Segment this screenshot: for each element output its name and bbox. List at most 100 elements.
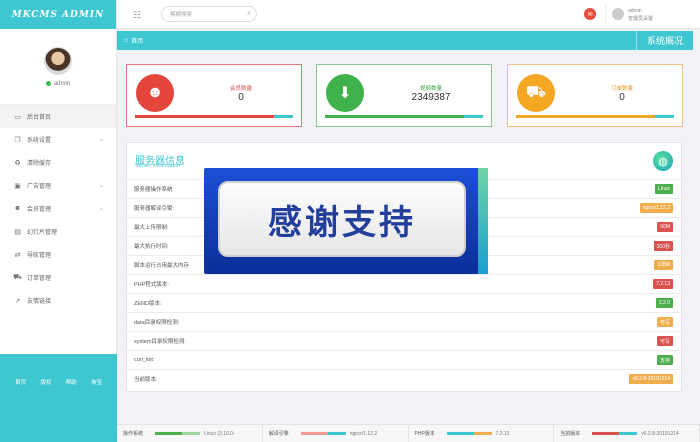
avatar[interactable]	[44, 46, 72, 75]
stat-label: 视频数量	[419, 86, 442, 92]
image-icon: ▣	[14, 182, 21, 190]
sidebar-item[interactable]: ☻ 会员管理 ⌄	[0, 197, 116, 220]
user-avatar	[612, 8, 624, 20]
mail-icon[interactable]: ✉	[584, 8, 596, 20]
profile-name: admin	[53, 80, 71, 87]
sidebar-item[interactable]: ❐ 系统设置 ⌄	[0, 128, 116, 151]
row-label: 服务器操作系统	[134, 187, 173, 193]
stat-bar	[325, 115, 483, 118]
bar-segment	[214, 115, 275, 118]
profile-status: admin	[45, 80, 71, 87]
sidebar-footer-link[interactable]: 版权	[40, 378, 51, 386]
table-row: data目录权限检测: 可写	[127, 312, 681, 331]
bar-segment	[595, 115, 656, 118]
status-badge: 可写	[656, 336, 673, 346]
stat-bar	[135, 115, 293, 118]
bar-segment	[155, 432, 182, 435]
sidebar-item[interactable]: ⛟ 订单管理	[0, 266, 116, 289]
sidebar-footer-link[interactable]: 首页	[15, 378, 26, 386]
sidebar-item-label: 会员管理	[27, 207, 52, 213]
thanks-banner: 感谢支持	[204, 168, 488, 274]
footer-value: nginx/1.12.2	[349, 430, 377, 437]
sidebar-item-label: 订单管理	[27, 276, 52, 282]
row-label: 脚本运行占用最大内存	[134, 263, 190, 269]
status-badge: 300秒	[653, 241, 673, 251]
stat-card-orders[interactable]: ⛟ 订单数量 0	[507, 64, 683, 127]
cart-icon: ⛟	[517, 74, 555, 112]
bar-segment	[446, 432, 474, 435]
status-badge: 3.2.0	[655, 298, 673, 308]
page-title: 系统概况	[635, 31, 693, 50]
stat-value: 2349387	[411, 92, 451, 103]
footer-label: 解译引擎	[268, 431, 289, 437]
copy-icon: ❐	[14, 136, 21, 144]
footer-label: PHP版本	[414, 431, 435, 437]
footer-bar	[155, 432, 200, 435]
row-label: 最大执行时间:	[134, 244, 169, 250]
table-row: ZEND版本: 3.2.0	[127, 293, 681, 312]
user-menu[interactable]: admin 管理员设置	[605, 4, 691, 24]
search-icon[interactable]: ⌕	[247, 10, 251, 18]
sidebar-item[interactable]: ▤ 幻灯片管理	[0, 220, 116, 243]
sidebar-footer-links: 首页 版权 帮助 淘宝	[0, 354, 117, 386]
chevron-down-icon[interactable]: ⌄	[99, 205, 104, 212]
stat-card-videos[interactable]: ⬇ 视频数量 2349387	[316, 64, 492, 127]
status-badge: 可写	[656, 317, 673, 327]
row-label: data目录权限检测:	[134, 320, 180, 326]
sidebar-menu: ▭ 后台首页 ❐ 系统设置 ⌄ ♻ 清除缓存 ▣ 广告管理 ⌄ ☻ 会员管理 ⌄ ▤ 幻灯片管理 ⇄ 导航管理 ⛟…	[0, 105, 116, 312]
online-dot-icon	[45, 81, 51, 86]
breadcrumb: ⌂ 首页 系统概况	[117, 31, 693, 50]
search-input[interactable]: 模糊搜索 ⌕	[161, 6, 257, 22]
stat-card-members[interactable]: ☻ 会员数量 0	[126, 64, 302, 127]
stat-label: 订单数量	[610, 86, 633, 92]
footer-bar	[300, 432, 346, 435]
status-badge: nginx/1.12.2	[639, 203, 673, 213]
bar-segment	[404, 115, 465, 118]
home-icon[interactable]: ⌂	[124, 37, 128, 44]
chevron-down-icon[interactable]: ⌄	[99, 136, 104, 143]
sidebar-item-label: 系统设置	[27, 138, 52, 144]
stat-value: 0	[619, 92, 625, 103]
row-label: 服务器解译引擎:	[134, 206, 175, 212]
footer-cell: PHP版本 7.2.13	[409, 424, 555, 442]
sidebar-item[interactable]: ♻ 清除缓存	[0, 151, 116, 174]
footer-cell: 操作系统 Linux (3.10.0-	[117, 424, 263, 442]
sidebar-item[interactable]: ⇄ 导航管理	[0, 243, 116, 266]
sidebar-footer-link[interactable]: 淘宝	[91, 378, 102, 386]
row-label: system目录权限检测:	[134, 339, 186, 345]
breadcrumb-home[interactable]: 首页	[131, 36, 143, 45]
chevron-down-icon[interactable]: ⌄	[99, 182, 104, 189]
user-name: admin	[628, 8, 642, 14]
trash-icon: ♻	[14, 159, 21, 167]
bar-segment	[655, 115, 674, 118]
footer-value: 7.2.13	[495, 430, 510, 437]
bar-segment	[619, 432, 638, 435]
menu-toggle-icon[interactable]: ☷	[133, 10, 141, 21]
sidebar-item-label: 导航管理	[27, 253, 52, 259]
profile: admin	[0, 29, 116, 105]
sidebar-item[interactable]: ▣ 广告管理 ⌄	[0, 174, 116, 197]
footer-label: 当前版本	[560, 431, 581, 437]
status-badge: 50M	[657, 222, 673, 232]
user-role: 管理员设置	[628, 16, 654, 22]
status-badge: v6.2.8-20191214	[629, 374, 673, 384]
globe-icon: ◍	[653, 151, 673, 171]
table-row: PHP程式版本: 7.2.13	[127, 274, 681, 293]
brand-logo[interactable]: MKCMS ADMIN	[0, 0, 116, 29]
sidebar-item[interactable]: ▭ 后台首页	[0, 105, 116, 128]
footer-label: 操作系统	[123, 431, 144, 437]
cart-icon: ⛟	[13, 274, 22, 281]
row-label: 最大上传限制:	[134, 225, 169, 231]
bar-segment	[516, 115, 595, 118]
footer-bar	[592, 432, 638, 435]
status-badge: Linux	[655, 184, 673, 194]
banner-text: 感谢支持	[268, 202, 416, 243]
panel-subtitle: Server information	[135, 163, 180, 169]
row-label: 当前版本:	[134, 377, 158, 383]
slides-icon: ▤	[14, 228, 21, 236]
sidebar-footer-link[interactable]: 帮助	[66, 378, 77, 386]
bar-segment	[464, 115, 483, 118]
sidebar-item[interactable]: ↗ 友情链接	[0, 289, 116, 312]
footer-status: 操作系统 Linux (3.10.0- 解译引擎 nginx/1.12.2 PHP版本 7…	[117, 424, 700, 442]
external-link-icon: ↗	[14, 297, 21, 305]
